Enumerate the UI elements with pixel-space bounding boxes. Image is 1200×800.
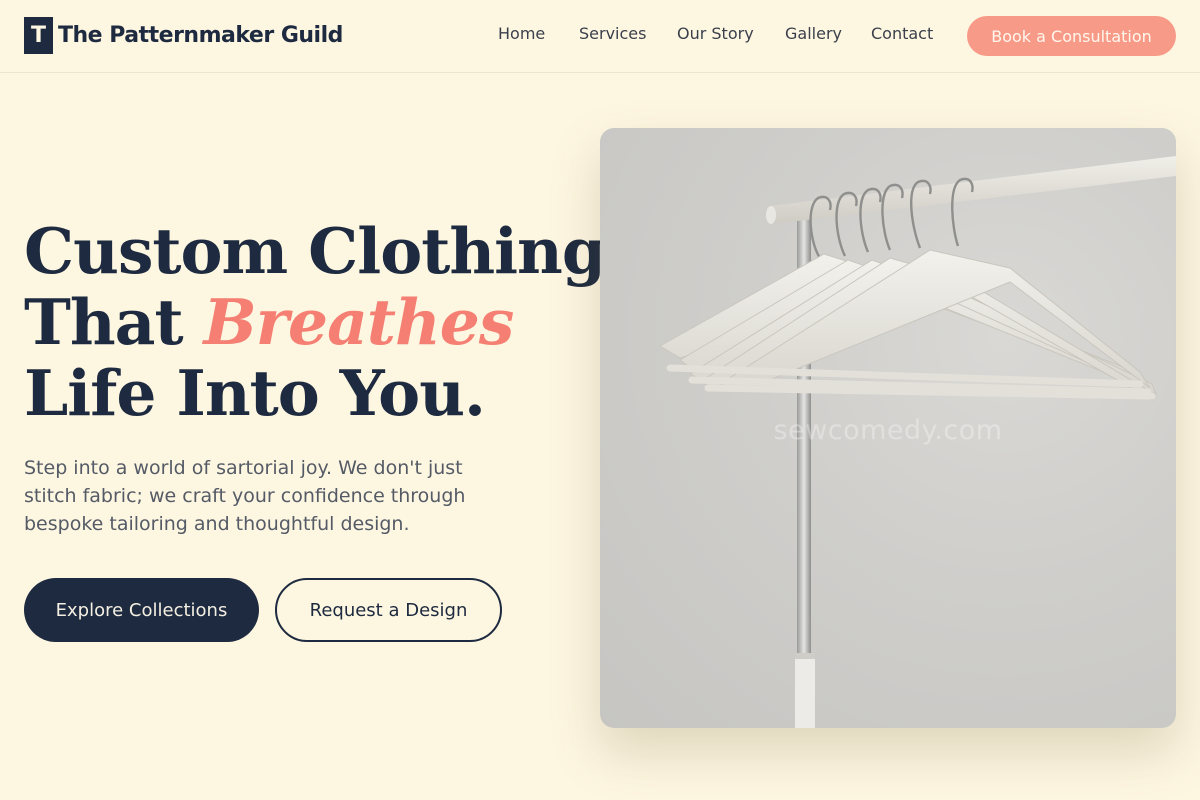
explore-collections-button[interactable]: Explore Collections [24, 578, 259, 642]
hero-headline: Custom Clothing That Breathes Life Into … [24, 214, 606, 430]
request-design-button[interactable]: Request a Design [275, 578, 502, 642]
headline-accent-word: Breathes [203, 285, 515, 359]
nav-gallery[interactable]: Gallery [785, 24, 842, 43]
brand-name: The Patternmaker Guild [58, 23, 343, 48]
headline-line-3: Life Into You. [24, 356, 486, 430]
headline-line-2-text: That [24, 285, 184, 359]
headline-line-2: That Breathes [24, 287, 604, 358]
brand-logo-link[interactable]: T The Patternmaker Guild [24, 17, 343, 54]
nav-services[interactable]: Services [579, 24, 646, 43]
letter-t-logo-icon: T [24, 17, 53, 54]
hero-lead-text: Step into a world of sartorial joy. We d… [24, 457, 466, 535]
nav-home[interactable]: Home [498, 24, 545, 43]
image-watermark-text: sewcomedy.com [773, 415, 1003, 446]
nav-our-story[interactable]: Our Story [677, 24, 754, 43]
site-header: T The Patternmaker Guild Home Services O… [0, 0, 1200, 73]
headline-line-1: Custom Clothing [24, 214, 606, 288]
nav-contact[interactable]: Contact [871, 24, 933, 43]
book-consultation-button[interactable]: Book a Consultation [967, 16, 1176, 56]
